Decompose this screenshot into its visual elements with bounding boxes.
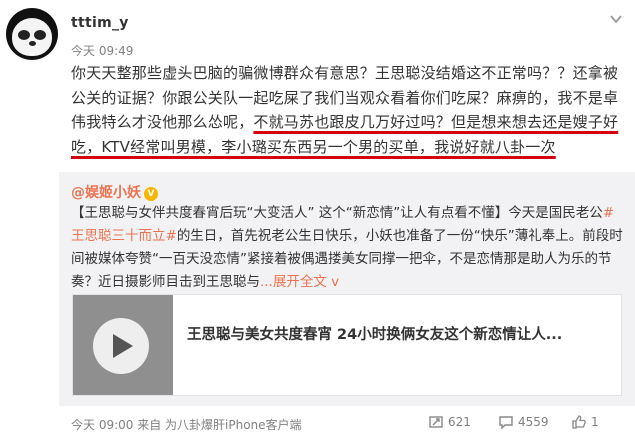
video-card-title[interactable]: 王思聪与美女共度春宵 24小时换俩女友这个新恋情让人... — [187, 323, 562, 344]
play-icon — [113, 334, 133, 358]
avatar-eye-left — [18, 30, 30, 40]
repost-count: 621 — [448, 415, 471, 429]
post-time[interactable]: 今天 09:49 — [71, 42, 133, 59]
expand-arrow-icon[interactable]: v — [331, 274, 339, 290]
comment-icon — [499, 416, 513, 429]
video-thumbnail[interactable] — [73, 295, 173, 395]
post-username[interactable]: tttim_y — [71, 15, 129, 31]
comment-count: 4559 — [518, 415, 549, 429]
play-button[interactable] — [93, 318, 149, 374]
repost-meta: 今天 09:00 来自 为八卦爆肝iPhone客户端 — [71, 418, 302, 432]
post-footer: 今天 09:00 来自 为八卦爆肝iPhone客户端 621 4559 1 — [0, 406, 635, 439]
original-author-name[interactable]: @娱姬小妖 — [71, 185, 141, 201]
video-card[interactable]: 王思聪与美女共度春宵 24小时换俩女友这个新恋情让人... — [72, 294, 622, 396]
repost-icon — [429, 415, 443, 428]
repost-block: @娱姬小妖 V 【王思聪与女伴共度春宵后玩“大变活人” 这个“新恋情”让人有点看不… — [59, 172, 635, 406]
like-icon — [572, 415, 586, 429]
original-text-part: 【王思聪与女伴共度春宵后玩“大变活人” 这个“新恋情”让人有点看不懂】今天是国民… — [71, 205, 603, 221]
post-text: 你天天整那些虚头巴脑的骗微博群众有意思？王思聪没结婚这不正常吗？？还拿被公关的证… — [71, 61, 627, 159]
avatar-eye-right — [34, 30, 46, 40]
repost-button[interactable]: 621 — [429, 415, 471, 429]
original-text: 【王思聪与女伴共度春宵后玩“大变活人” 这个“新恋情”让人有点看不懂】今天是国民… — [71, 202, 627, 294]
original-author[interactable]: @娱姬小妖 V — [71, 182, 158, 202]
like-count: 1 — [591, 415, 599, 429]
vip-badge-icon: V — [144, 187, 158, 201]
post-text-underlined-1: 不就马苏也跟皮几万好过吗？ — [253, 113, 452, 131]
avatar-nose — [29, 41, 36, 46]
comment-button[interactable]: 4559 — [499, 415, 549, 429]
like-button[interactable]: 1 — [572, 415, 599, 429]
expand-full-text-link[interactable]: ...展开全文 v — [260, 274, 339, 290]
avatar[interactable] — [6, 8, 58, 60]
expand-full-text-label[interactable]: ...展开全文 — [260, 274, 327, 290]
chevron-down-icon[interactable] — [609, 12, 623, 26]
